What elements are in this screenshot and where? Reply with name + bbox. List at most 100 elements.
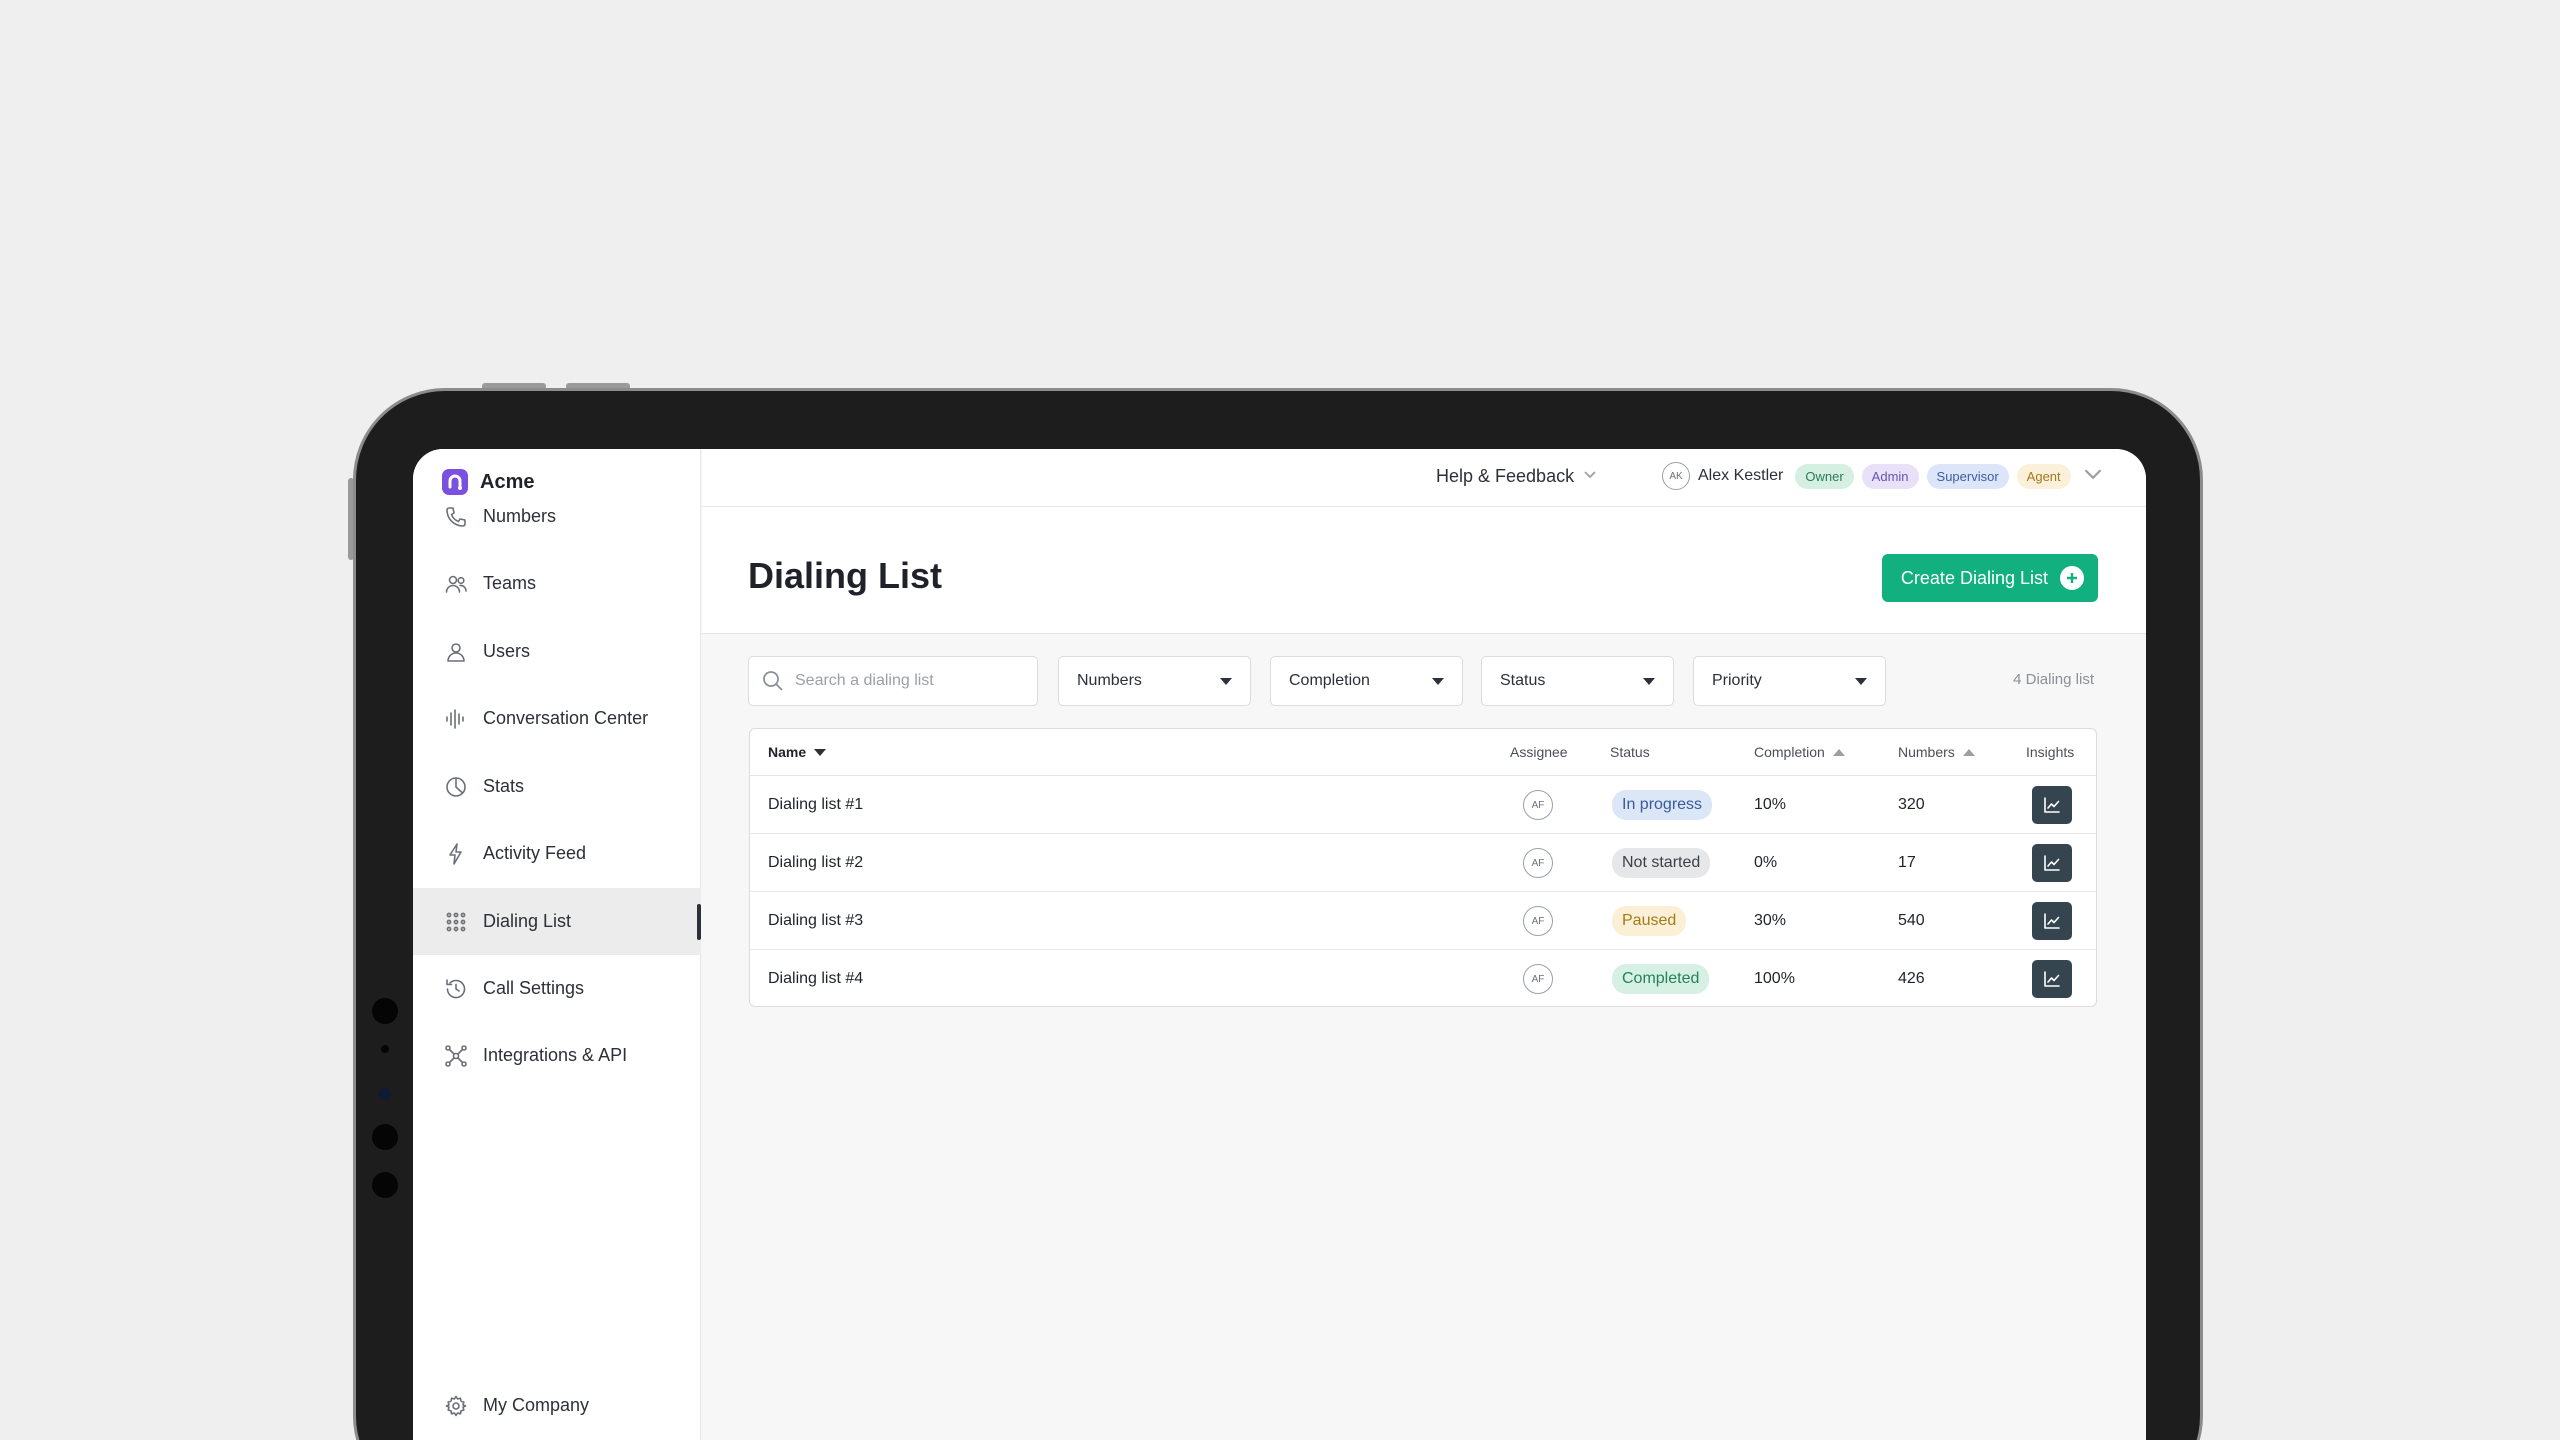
sidebar-item-numbers[interactable]: Numbers	[413, 483, 701, 550]
device-camera-dot	[381, 1045, 389, 1053]
sidebar-item-label: Activity Feed	[483, 843, 587, 863]
sidebar: Acme Numbers Teams Users Conversation Cente…	[413, 449, 701, 1440]
trend-chart-icon	[2044, 913, 2060, 929]
row-completion: 100%	[1754, 970, 1795, 987]
column-header-numbers[interactable]: Numbers	[1898, 744, 1975, 760]
history-icon	[443, 976, 469, 1002]
dialing-list-table: Name Assignee Status Completion Numbers …	[749, 728, 2097, 1007]
row-assignee-cell: AF	[1523, 950, 1553, 1008]
table-row[interactable]: Dialing list #3 AF Paused 30% 540	[750, 892, 2096, 950]
sidebar-item-label: My Company	[483, 1395, 590, 1415]
search-icon	[763, 671, 783, 691]
help-feedback-menu[interactable]: Help & Feedback	[1436, 466, 1598, 487]
filter-status-label: Status	[1500, 672, 1546, 689]
insights-button[interactable]	[2032, 960, 2072, 998]
create-dialing-list-label: Create Dialing List	[1900, 567, 2048, 588]
caret-down-icon	[1220, 677, 1232, 685]
row-numbers: 320	[1898, 796, 1925, 813]
device-camera-dot	[372, 998, 398, 1024]
search-input[interactable]	[795, 672, 1015, 690]
row-name[interactable]: Dialing list #4	[768, 950, 863, 1008]
plus-icon	[2060, 566, 2084, 590]
device-camera-dot	[372, 1172, 398, 1198]
column-assignee-label: Assignee	[1510, 744, 1568, 760]
sort-asc-icon	[1962, 748, 1975, 756]
sort-asc-icon	[1832, 748, 1845, 756]
table-row[interactable]: Dialing list #1 AF In progress 10% 320	[750, 776, 2096, 834]
table-row[interactable]: Dialing list #2 AF Not started 0% 17	[750, 834, 2096, 892]
insights-button[interactable]	[2032, 786, 2072, 824]
gear-icon	[443, 1393, 469, 1419]
sidebar-item-label: Numbers	[483, 506, 557, 526]
row-name[interactable]: Dialing list #3	[768, 892, 863, 950]
assignee-avatar[interactable]: AF	[1523, 964, 1553, 994]
row-status-cell: Not started	[1612, 834, 1711, 892]
assignee-avatar[interactable]: AF	[1523, 906, 1553, 936]
filter-priority-dropdown[interactable]: Priority	[1693, 656, 1886, 706]
row-completion: 0%	[1754, 854, 1778, 871]
filter-status-dropdown[interactable]: Status	[1481, 656, 1674, 706]
status-badge: Paused	[1612, 906, 1687, 936]
filter-completion-dropdown[interactable]: Completion	[1270, 656, 1463, 706]
role-badge-agent: Agent	[2016, 463, 2071, 489]
sidebar-item-label: Dialing List	[483, 911, 572, 931]
filter-numbers-label: Numbers	[1077, 672, 1142, 689]
insights-button[interactable]	[2032, 844, 2072, 882]
sidebar-item-conversation-center[interactable]: Conversation Center	[413, 685, 701, 752]
create-dialing-list-button[interactable]: Create Dialing List	[1881, 554, 2098, 602]
row-status-cell: Paused	[1612, 892, 1687, 950]
row-status-cell: Completed	[1612, 950, 1710, 1008]
row-insights-cell	[2032, 950, 2072, 1008]
sidebar-item-stats[interactable]: Stats	[413, 753, 701, 820]
role-badge-admin: Admin	[1861, 463, 1919, 489]
column-header-name[interactable]: Name	[768, 744, 827, 760]
column-status-label: Status	[1610, 744, 1650, 760]
caret-down-icon	[1855, 677, 1867, 685]
table-row[interactable]: Dialing list #4 AF Completed 100% 426	[750, 950, 2096, 1008]
sidebar-item-activity-feed[interactable]: Activity Feed	[413, 820, 701, 887]
trend-chart-icon	[2044, 797, 2060, 813]
column-header-completion[interactable]: Completion	[1754, 744, 1845, 760]
phone-icon	[443, 504, 469, 530]
assignee-avatar[interactable]: AF	[1523, 848, 1553, 878]
status-badge: Not started	[1612, 848, 1711, 878]
row-completion: 30%	[1754, 912, 1787, 929]
row-numbers: 540	[1898, 912, 1925, 929]
column-header-status: Status	[1610, 744, 1650, 760]
user-icon	[443, 639, 469, 665]
sidebar-item-dialing-list[interactable]: Dialing List	[413, 888, 701, 955]
row-name[interactable]: Dialing list #2	[768, 834, 863, 892]
avatar: AK	[1662, 462, 1690, 490]
sidebar-item-my-company[interactable]: My Company	[413, 1372, 701, 1439]
sidebar-item-integrations-api[interactable]: Integrations & API	[413, 1022, 701, 1089]
role-badge-owner: Owner	[1795, 463, 1854, 489]
assignee-avatar[interactable]: AF	[1523, 790, 1553, 820]
sidebar-item-call-settings[interactable]: Call Settings	[413, 955, 701, 1022]
sidebar-item-label: Users	[483, 641, 531, 661]
help-feedback-label: Help & Feedback	[1436, 466, 1575, 486]
status-badge: In progress	[1612, 790, 1713, 820]
sidebar-item-label: Integrations & API	[483, 1045, 628, 1065]
user-menu[interactable]: AK Alex Kestler Owner Admin Supervisor A…	[1662, 462, 2103, 490]
filter-priority-label: Priority	[1712, 672, 1762, 689]
role-badge-supervisor: Supervisor	[1926, 463, 2009, 489]
sidebar-item-teams[interactable]: Teams	[413, 550, 701, 617]
chevron-down-icon[interactable]	[2083, 464, 2103, 489]
search-box[interactable]	[748, 656, 1038, 706]
sidebar-item-label: Stats	[483, 776, 525, 796]
row-name[interactable]: Dialing list #1	[768, 776, 863, 834]
filter-numbers-dropdown[interactable]: Numbers	[1058, 656, 1251, 706]
row-insights-cell	[2032, 892, 2072, 950]
user-name: Alex Kestler	[1698, 467, 1784, 484]
row-numbers: 426	[1898, 970, 1925, 987]
row-assignee-cell: AF	[1523, 834, 1553, 892]
filter-bar: Numbers Completion Status Priority 4 Dia…	[748, 656, 2098, 706]
chevron-down-icon	[1582, 466, 1598, 487]
trend-chart-icon	[2044, 971, 2060, 987]
sidebar-item-users[interactable]: Users	[413, 618, 701, 685]
network-icon	[443, 1043, 469, 1069]
column-insights-label: Insights	[2026, 744, 2075, 760]
column-header-assignee: Assignee	[1510, 744, 1568, 760]
insights-button[interactable]	[2032, 902, 2072, 940]
status-badge: Completed	[1612, 964, 1710, 994]
